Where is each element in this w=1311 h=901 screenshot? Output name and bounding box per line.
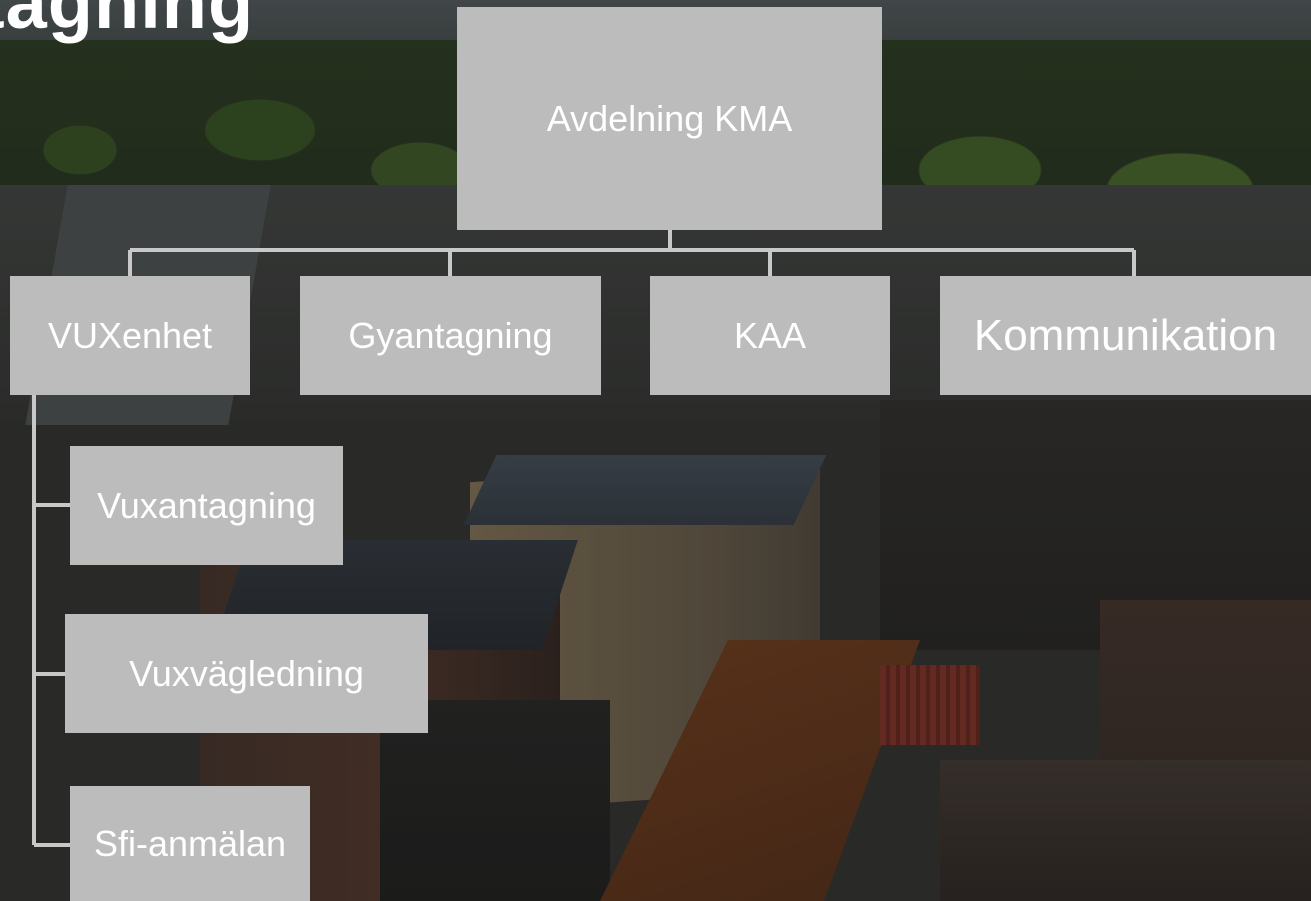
org-box-vuxvagledning: Vuxvägledning [65, 614, 428, 733]
org-box-sfi-anmalan: Sfi-anmälan [70, 786, 310, 901]
org-box-vuxenhet: VUXenhet [10, 276, 250, 395]
org-box-label: Sfi-anmälan [93, 822, 287, 864]
org-box-gyantagning: Gyantagning [300, 276, 601, 395]
org-box-kaa: KAA [650, 276, 890, 395]
org-box-label: Vuxantagning [97, 484, 316, 526]
org-box-avdelning-kma: Avdelning KMA [457, 7, 882, 230]
org-box-label: Vuxvägledning [129, 652, 364, 694]
org-box-label: Gyantagning [348, 314, 553, 356]
org-box-label: Avdelning KMA [546, 97, 793, 139]
org-box-vuxantagning: Vuxantagning [70, 446, 343, 565]
org-box-label: KAA [733, 314, 807, 356]
org-box-kommunikation: Kommunikation [940, 276, 1311, 395]
org-box-label: Kommunikation [973, 310, 1278, 360]
org-box-label: VUXenhet [47, 314, 213, 356]
